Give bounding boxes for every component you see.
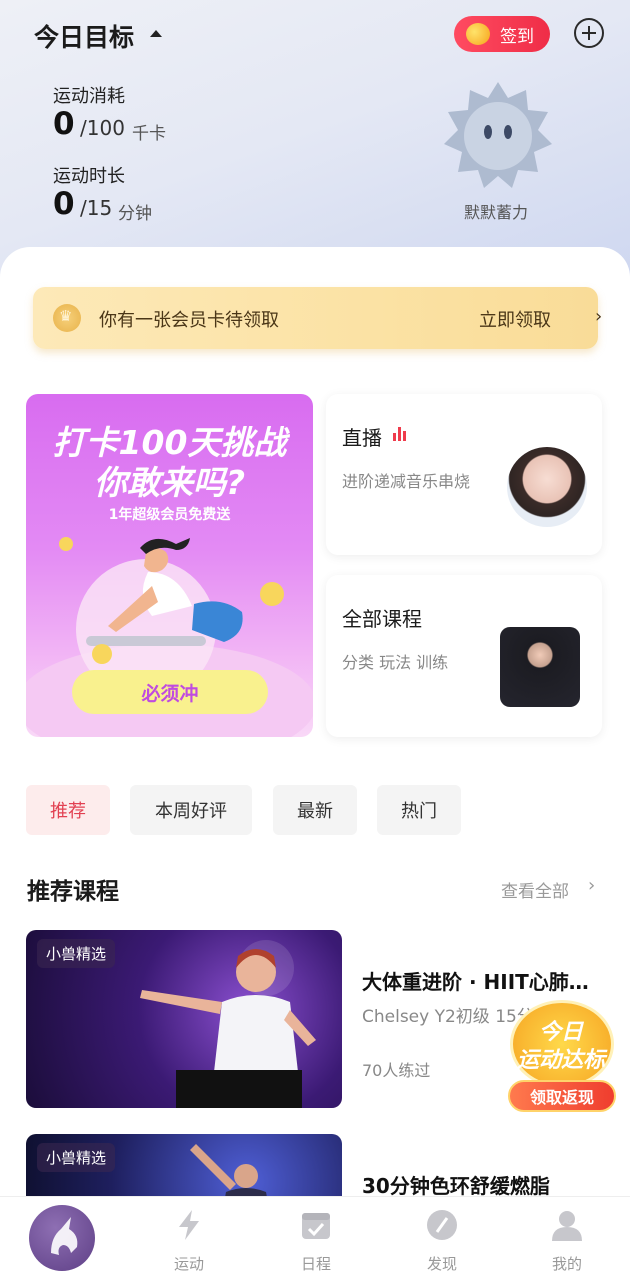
banner-subtitle: 1年超级会员免费送: [108, 507, 231, 523]
live-bars-icon: [393, 427, 406, 441]
duration-unit: 分钟: [118, 204, 152, 224]
promo-line2: 运动达标: [516, 1048, 605, 1073]
duration-goal: /15: [80, 196, 113, 220]
lightning-icon: [179, 1210, 199, 1240]
nav-schedule[interactable]: 日程: [276, 1207, 356, 1274]
banner-title-line2: 你敢来吗?: [93, 463, 246, 502]
calendar-check-icon: [302, 1213, 330, 1239]
page-title[interactable]: 今日目标: [34, 18, 134, 54]
nav-mine[interactable]: 我的: [527, 1207, 607, 1274]
calories-unit: 千卡: [132, 124, 166, 144]
user-icon: [552, 1211, 582, 1241]
crown-badge-icon: [53, 304, 81, 332]
live-title: 直播: [342, 426, 382, 450]
vip-claim-link[interactable]: 立即领取: [479, 306, 551, 332]
all-courses-title: 全部课程: [342, 607, 422, 631]
mascot-label: 默默蓄力: [464, 203, 529, 222]
challenge-banner[interactable]: 打卡100天挑战 你敢来吗? 1年超级会员免费送 必须冲: [26, 394, 313, 737]
caret-up-icon[interactable]: [150, 30, 162, 37]
vip-card-bar[interactable]: 你有一张会员卡待领取 立即领取 ›: [33, 287, 602, 349]
live-host-avatar: [507, 447, 587, 527]
vip-text: 你有一张会员卡待领取: [99, 310, 279, 331]
nav-schedule-label: 日程: [300, 1255, 331, 1273]
nav-mine-label: 我的: [551, 1255, 582, 1273]
calories-label: 运动消耗: [53, 86, 125, 107]
nav-discover-label: 发现: [426, 1255, 457, 1273]
course-tag: 小兽精选: [37, 1143, 116, 1172]
nav-sport-label: 运动: [173, 1255, 204, 1273]
chevron-right-icon: ›: [595, 306, 603, 327]
all-courses-card[interactable]: 全部课程 分类 玩法 训练: [326, 575, 602, 737]
duration-value: 0: [53, 186, 75, 222]
tab-recommend[interactable]: 推荐: [26, 785, 110, 835]
banner-cta-button[interactable]: 必须冲: [72, 670, 268, 714]
section-title: 推荐课程: [27, 879, 119, 905]
all-courses-desc: 分类 玩法 训练: [342, 653, 449, 672]
add-circle-icon[interactable]: [574, 18, 604, 48]
duration-label: 运动时长: [53, 166, 125, 187]
calories-value: 0: [53, 106, 75, 142]
coin-icon: [466, 23, 490, 45]
claim-cashback-button[interactable]: 领取返现: [508, 1080, 616, 1112]
nav-discover[interactable]: 发现: [402, 1207, 482, 1274]
course-thumbnail[interactable]: 小兽精选: [26, 930, 342, 1108]
bottom-nav: 运动 日程 发现 我的: [0, 1196, 630, 1280]
unicorn-logo-icon[interactable]: [29, 1205, 95, 1271]
tab-weekly-top[interactable]: 本周好评: [130, 785, 252, 835]
compass-icon: [427, 1210, 457, 1240]
live-card[interactable]: 直播 进阶递减音乐串烧: [326, 394, 602, 555]
chevron-right-icon[interactable]: ›: [588, 875, 595, 896]
tab-newest[interactable]: 最新: [273, 785, 357, 835]
all-courses-thumb: [500, 627, 580, 707]
daily-goal-promo[interactable]: 今日 运动达标 领取返现: [504, 1000, 618, 1116]
course-title[interactable]: 大体重进阶 · HIIT心肺…: [362, 966, 600, 995]
checkin-label: 签到: [500, 26, 534, 47]
course-count: 70人练过: [362, 1061, 431, 1080]
course-tag: 小兽精选: [37, 939, 116, 968]
course-title[interactable]: 30分钟色环舒缓燃脂: [362, 1170, 600, 1199]
tab-popular[interactable]: 热门: [377, 785, 461, 835]
view-all-link[interactable]: 查看全部: [501, 877, 569, 902]
calories-goal: /100: [80, 116, 125, 140]
checkin-button[interactable]: 签到: [454, 16, 550, 52]
live-desc: 进阶递减音乐串烧: [342, 472, 471, 491]
mascot-icon[interactable]: [442, 80, 554, 192]
nav-sport[interactable]: 运动: [149, 1207, 229, 1274]
